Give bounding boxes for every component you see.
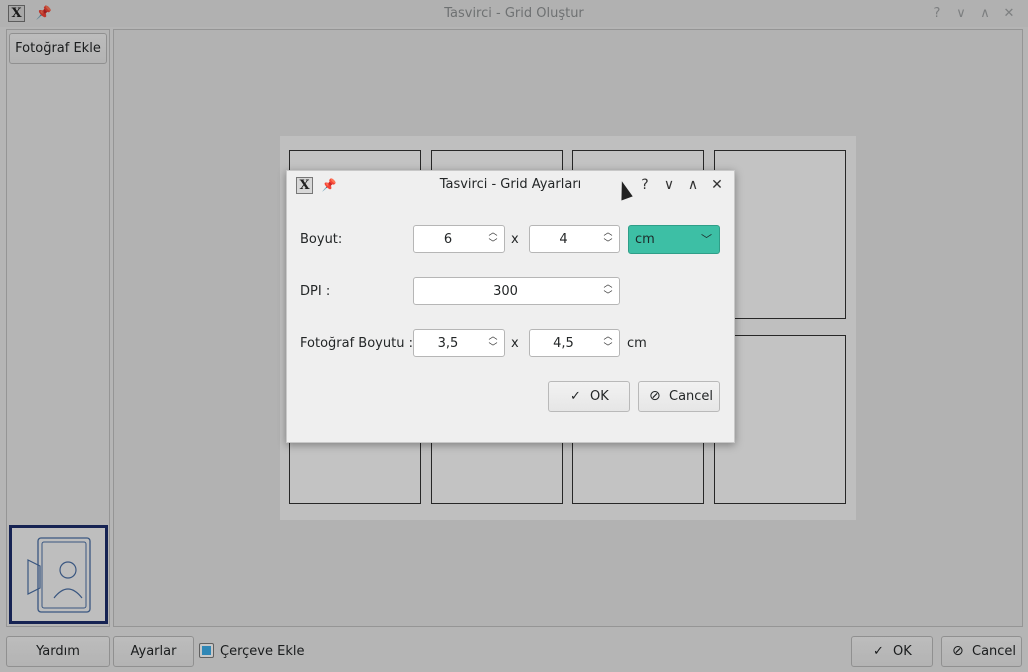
unit-combobox[interactable]: cm ﹀ [628,225,720,254]
spin-arrows-icon[interactable]: ︿ ﹀ [486,332,500,354]
dialog-close-icon[interactable]: ✕ [708,176,726,194]
dialog-ok-button[interactable]: ✓ OK [548,381,630,412]
spin-arrows-icon[interactable]: ︿ ﹀ [601,280,615,302]
size-height-spinbox[interactable]: 4 ︿ ﹀ [529,225,620,253]
dialog-cancel-button[interactable]: ⊘ Cancel [638,381,720,412]
photo-width-value: 3,5 [437,336,459,351]
dpi-label: DPI : [300,284,331,299]
size-label: Boyut: [300,232,343,247]
dialog-ok-label: OK [590,389,609,404]
size-width-spinbox[interactable]: 6 ︿ ﹀ [413,225,505,253]
dialog-cancel-label: Cancel [669,389,714,404]
unit-value: cm [635,232,655,247]
dialog-help-icon[interactable]: ? [636,176,654,194]
photo-width-spinbox[interactable]: 3,5 ︿ ﹀ [413,329,505,357]
photo-size-label: Fotoğraf Boyutu : [300,336,413,351]
dpi-value: 300 [493,284,518,299]
chevron-down-icon: ﹀ [701,233,712,246]
dialog-minimize-icon[interactable]: ∨ [660,176,678,194]
cancel-icon: ⊘ [649,388,661,404]
photo-height-value: 4,5 [553,336,574,351]
photo-unit-label: cm [627,336,647,351]
spin-arrows-icon[interactable]: ︿ ﹀ [601,228,615,250]
check-icon: ✓ [570,389,581,404]
photo-height-spinbox[interactable]: 4,5 ︿ ﹀ [529,329,620,357]
spin-arrows-icon[interactable]: ︿ ﹀ [486,228,500,250]
dialog-maximize-icon[interactable]: ∧ [684,176,702,194]
size-times-label: x [511,232,519,247]
spin-arrows-icon[interactable]: ︿ ﹀ [601,332,615,354]
size-width-value: 6 [443,232,453,247]
dpi-spinbox[interactable]: 300 ︿ ﹀ [413,277,620,305]
photo-times-label: x [511,336,519,351]
size-height-value: 4 [559,232,568,247]
